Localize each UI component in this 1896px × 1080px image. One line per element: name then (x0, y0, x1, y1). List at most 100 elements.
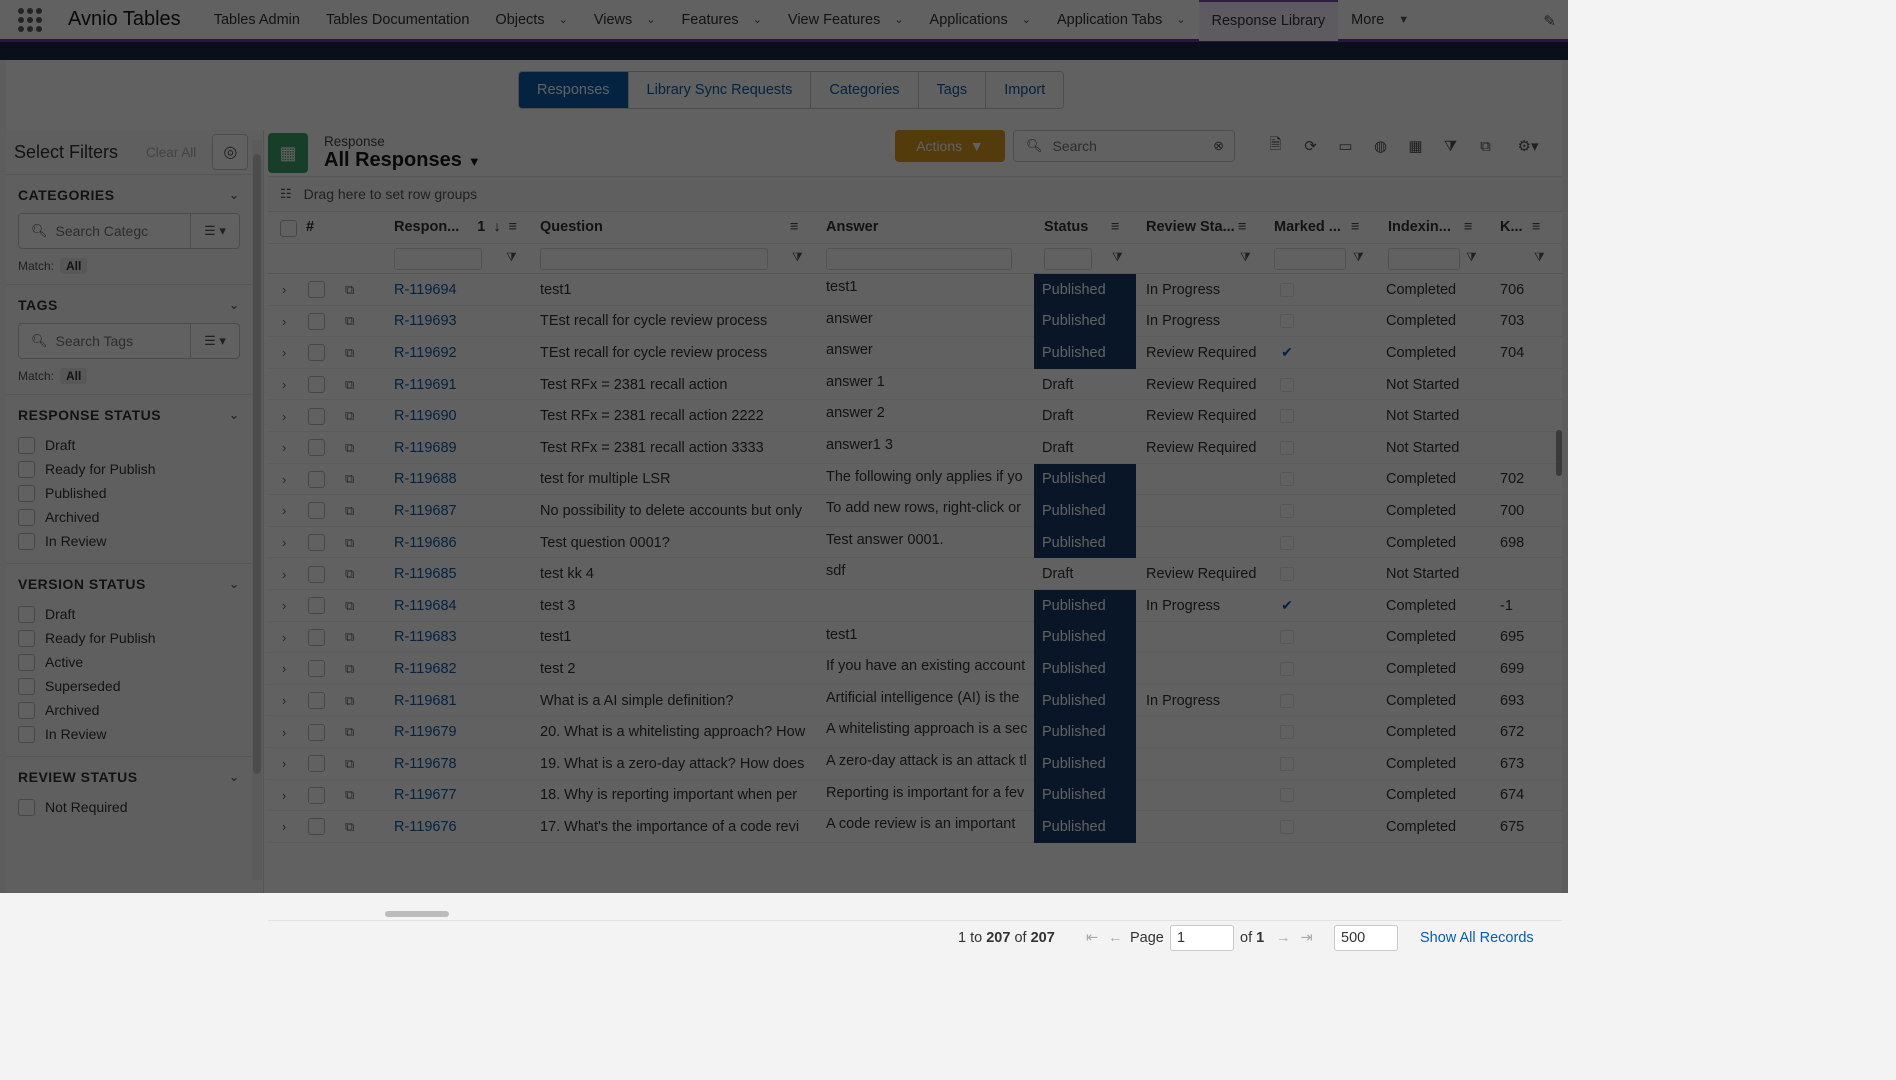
tab-tags[interactable]: Tags (918, 72, 987, 108)
settings-gear-icon[interactable]: ⚙▾ (1510, 130, 1546, 162)
question-filter-input[interactable] (540, 248, 768, 270)
nav-item-view-features[interactable]: View Features ⌄ (775, 0, 917, 41)
categories-options-button[interactable]: ☰ ▾ (191, 214, 239, 248)
tab-categories[interactable]: Categories (811, 72, 919, 108)
status-column-header[interactable]: Status (1044, 219, 1088, 235)
row-checkbox[interactable] (308, 590, 325, 622)
chevron-down-icon[interactable]: ⌄ (753, 13, 762, 26)
open-record-icon[interactable]: ⧉ (345, 748, 354, 780)
open-record-icon[interactable]: ⧉ (345, 590, 354, 622)
table-row[interactable]: › ⧉ R-119683 test1 test1 Published Completed 69… (268, 621, 1562, 654)
match-all-pill[interactable]: All (60, 368, 88, 384)
filter-icon[interactable]: ⧩ (1466, 250, 1477, 265)
nav-item-applications[interactable]: Applications ⌄ (917, 0, 1044, 41)
checkbox[interactable] (18, 677, 35, 695)
grid-vertical-scrollbar[interactable] (1556, 430, 1562, 476)
response-id-link[interactable]: R-119678 (394, 748, 457, 780)
horizontal-scrollbar-thumb[interactable] (385, 911, 449, 917)
list-view-selector[interactable]: All Responses ▼ (324, 149, 481, 172)
page-number-input[interactable]: 1 (1170, 925, 1234, 951)
table-row[interactable]: › ⧉ R-119686 Test question 0001? Test answer… (268, 526, 1562, 559)
chevron-down-icon[interactable]: ⌄ (229, 187, 240, 203)
row-group-drop-zone[interactable]: ☷ Drag here to set row groups (268, 176, 1562, 212)
tags-options-button[interactable]: ☰ ▾ (191, 324, 239, 358)
table-row[interactable]: › ⧉ R-119691 Test RFx = 2381 recall action a… (268, 369, 1562, 401)
marked-cell[interactable]: ✔ (1276, 590, 1298, 622)
expand-row-icon[interactable]: › (282, 369, 286, 401)
column-menu-icon[interactable]: ≡ (1351, 219, 1359, 235)
expand-row-icon[interactable]: › (282, 464, 286, 496)
table-row[interactable]: › ⧉ R-119676 17. What's the importance of a… (268, 811, 1562, 843)
chevron-down-icon[interactable]: ⌄ (229, 407, 240, 423)
nav-item-tables-admin[interactable]: Tables Admin (201, 0, 313, 41)
open-record-icon[interactable]: ⧉ (345, 337, 354, 369)
grid-search-input[interactable]: 🔍︎ Search ⊗ (1013, 130, 1235, 162)
filter-panel-scrollbar[interactable] (252, 140, 262, 880)
save-icon[interactable]: ▭ (1328, 137, 1363, 155)
response-filter-input[interactable] (394, 248, 482, 270)
checkbox[interactable] (18, 701, 35, 719)
expand-row-icon[interactable]: › (282, 400, 286, 432)
table-row[interactable]: › ⧉ R-119685 test kk 4 sdf Draft Review Requir… (268, 558, 1562, 590)
scrollbar-thumb[interactable] (253, 154, 261, 774)
row-checkbox[interactable] (308, 622, 325, 654)
globe-icon[interactable]: ◍ (1363, 137, 1398, 155)
filter-option-archived[interactable]: Archived (18, 698, 240, 722)
nav-item-response-library[interactable]: Response Library (1198, 0, 1339, 41)
expand-row-icon[interactable]: › (282, 306, 286, 338)
table-row[interactable]: › ⧉ R-119690 Test RFx = 2381 recall action … (268, 400, 1562, 432)
filter-option-not-required[interactable]: Not Required (18, 795, 240, 819)
table-row[interactable]: › ⧉ R-119688 test for multiple LSR The follo… (268, 463, 1562, 496)
checkbox[interactable] (18, 605, 35, 623)
response-id-link[interactable]: R-119676 (394, 811, 457, 843)
filter-option-archived[interactable]: Archived (18, 505, 240, 529)
table-row[interactable]: › ⧉ R-119677 18. Why is reporting important… (268, 779, 1562, 812)
table-row[interactable]: › ⧉ R-119679 20. What is a whitelisting app… (268, 716, 1562, 748)
chevron-down-icon[interactable]: ⌄ (229, 576, 240, 592)
checkbox[interactable] (18, 653, 35, 671)
marked-cell[interactable] (1276, 400, 1298, 432)
marked-cell[interactable] (1276, 369, 1298, 401)
review-status-column-header[interactable]: Review Sta... (1146, 219, 1235, 235)
filter-option-superseded[interactable]: Superseded (18, 674, 240, 698)
tags-search-input[interactable]: 🔍︎ Search Tags (19, 324, 191, 358)
expand-row-icon[interactable]: › (282, 811, 286, 843)
marked-cell[interactable] (1276, 274, 1298, 306)
marked-cell[interactable] (1276, 306, 1298, 338)
answer-column-header[interactable]: Answer (826, 219, 878, 235)
refresh-icon[interactable]: ⟳ (1293, 137, 1328, 155)
marked-cell[interactable] (1276, 748, 1298, 780)
filter-option-ready-for-publish[interactable]: Ready for Publish (18, 626, 240, 650)
filter-option-in-review[interactable]: In Review (18, 722, 240, 746)
table-row[interactable]: › ⧉ R-119687 No possibility to delete accou… (268, 495, 1562, 527)
response-id-link[interactable]: R-119688 (394, 464, 457, 496)
row-checkbox[interactable] (308, 748, 325, 780)
response-id-link[interactable]: R-119686 (394, 527, 457, 559)
select-all-checkbox[interactable] (280, 220, 297, 237)
clear-search-icon[interactable]: ⊗ (1213, 138, 1224, 154)
table-row[interactable]: › ⧉ R-119692 TEst recall for cycle review p… (268, 337, 1562, 369)
nav-item-views[interactable]: Views ⌄ (581, 0, 669, 41)
open-record-icon[interactable]: ⧉ (345, 464, 354, 496)
marked-cell[interactable] (1276, 780, 1298, 812)
page-size-input[interactable]: 500 (1334, 925, 1398, 951)
response-id-link[interactable]: R-119684 (394, 590, 457, 622)
filter-option-active[interactable]: Active (18, 650, 240, 674)
filter-option-published[interactable]: Published (18, 481, 240, 505)
actions-button[interactable]: Actions ▼ (895, 130, 1005, 162)
marked-cell[interactable] (1276, 685, 1298, 717)
marked-filter-input[interactable] (1274, 248, 1346, 270)
response-id-link[interactable]: R-119682 (394, 653, 457, 685)
row-checkbox[interactable] (308, 464, 325, 496)
row-checkbox[interactable] (308, 716, 325, 748)
nav-item-features[interactable]: Features ⌄ (668, 0, 774, 41)
open-record-icon[interactable]: ⧉ (345, 369, 354, 401)
tab-responses[interactable]: Responses (519, 72, 629, 108)
row-checkbox[interactable] (308, 337, 325, 369)
marked-cell[interactable] (1276, 432, 1298, 464)
response-id-link[interactable]: R-119679 (394, 716, 457, 748)
k-column-header[interactable]: K... (1500, 219, 1523, 235)
status-filter-input[interactable] (1044, 248, 1092, 270)
response-id-link[interactable]: R-119694 (394, 274, 457, 306)
columns-icon[interactable]: ▦ (1398, 137, 1433, 155)
